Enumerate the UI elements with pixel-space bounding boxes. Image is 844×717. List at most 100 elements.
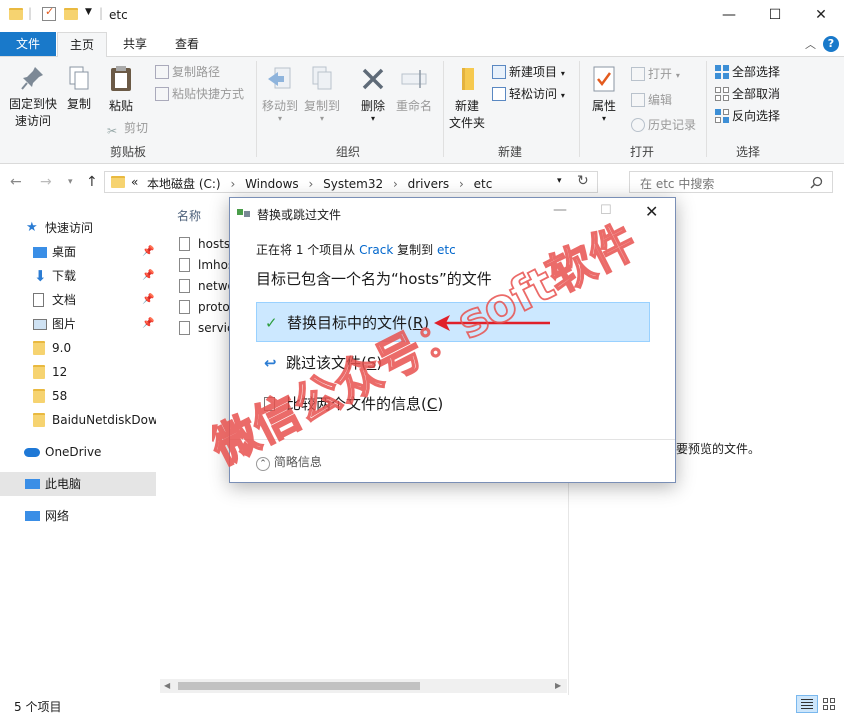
crumb-windows[interactable]: Windows bbox=[245, 177, 299, 191]
file-icon bbox=[179, 237, 190, 251]
back-arrow-icon[interactable]: ← bbox=[10, 174, 22, 190]
easy-access-button[interactable]: 轻松访问 ▾ bbox=[492, 85, 565, 105]
breadcrumb-overflow[interactable]: « bbox=[131, 175, 138, 189]
copy-to-button[interactable]: 复制到 ▾ bbox=[302, 65, 342, 123]
nav-item-baidunetdisk[interactable]: BaiduNetdiskDow bbox=[0, 408, 156, 432]
skip-file-option[interactable]: ↩ 跳过该文件(S) bbox=[256, 343, 650, 383]
horizontal-scrollbar[interactable]: ◀ ▶ bbox=[160, 679, 567, 693]
title-bar: | ✓ ▼ | etc — ☐ ✕ bbox=[0, 0, 844, 32]
properties-button[interactable]: 属性 ▾ bbox=[584, 65, 624, 123]
open-group-label: 打开 bbox=[629, 145, 654, 159]
nav-item-pictures[interactable]: 图片 📌 bbox=[0, 312, 156, 336]
collapse-ribbon-icon[interactable]: ︿ bbox=[805, 36, 816, 52]
crumb-system32[interactable]: System32 bbox=[323, 177, 383, 191]
scrollbar-thumb[interactable] bbox=[178, 682, 420, 690]
tab-home[interactable]: 主页 bbox=[57, 32, 107, 57]
cut-button[interactable]: ✂ 剪切 bbox=[107, 119, 148, 138]
search-input[interactable]: 在 etc 中搜索 bbox=[629, 171, 833, 193]
select-all-button[interactable]: 全部选择 bbox=[715, 63, 780, 81]
destination-link[interactable]: etc bbox=[437, 243, 456, 257]
file-icon bbox=[179, 300, 190, 314]
minimize-button[interactable]: — bbox=[706, 0, 752, 32]
window-title: etc bbox=[109, 8, 128, 22]
open-button[interactable]: 打开 ▾ bbox=[631, 65, 680, 85]
forward-arrow-icon[interactable]: → bbox=[40, 174, 52, 190]
folder-icon bbox=[33, 365, 45, 379]
tab-share[interactable]: 共享 bbox=[110, 32, 160, 56]
select-none-button[interactable]: 全部取消 bbox=[715, 85, 780, 103]
compare-files-icon bbox=[264, 397, 275, 411]
address-row: ← → ▾ ↑ « 本地磁盘 (C:) › Windows › System32… bbox=[0, 166, 844, 199]
maximize-button[interactable]: ☐ bbox=[752, 0, 798, 32]
crumb-local-disk[interactable]: 本地磁盘 (C:) bbox=[147, 177, 221, 191]
clipboard-group-label: 剪贴板 bbox=[109, 145, 146, 159]
nav-item-downloads[interactable]: ⬇ 下载 📌 bbox=[0, 264, 156, 288]
rename-button[interactable]: 重命名 bbox=[394, 65, 434, 115]
nav-item-folder-58[interactable]: 58 bbox=[0, 384, 156, 408]
tab-view[interactable]: 查看 bbox=[162, 32, 212, 56]
list-item[interactable]: hosts bbox=[179, 234, 230, 255]
organize-group-label: 组织 bbox=[335, 145, 360, 159]
history-button[interactable]: 历史记录 bbox=[631, 116, 696, 134]
nav-network[interactable]: 网络 bbox=[0, 504, 156, 528]
search-placeholder: 在 etc 中搜索 bbox=[640, 177, 715, 191]
up-arrow-icon[interactable]: ↑ bbox=[86, 174, 98, 190]
divider bbox=[443, 61, 444, 157]
help-icon[interactable]: ? bbox=[823, 36, 839, 52]
large-icons-view-icon[interactable] bbox=[822, 697, 836, 711]
source-link[interactable]: Crack bbox=[359, 243, 393, 257]
dialog-minimize-button[interactable]: — bbox=[553, 202, 567, 218]
nav-item-folder-9-0[interactable]: 9.0 bbox=[0, 336, 156, 360]
invert-selection-icon bbox=[715, 109, 729, 123]
new-folder-quick-icon[interactable] bbox=[64, 8, 78, 20]
file-icon bbox=[179, 258, 190, 272]
paste-button[interactable]: 粘贴 bbox=[104, 65, 138, 115]
move-to-button[interactable]: 移动到 ▾ bbox=[260, 65, 300, 123]
copy-path-button[interactable]: 复制路径 bbox=[155, 63, 220, 81]
new-folder-button[interactable]: 新建 文件夹 bbox=[446, 65, 488, 132]
edit-button[interactable]: 编辑 bbox=[631, 91, 672, 109]
scroll-right-icon[interactable]: ▶ bbox=[555, 679, 561, 693]
download-icon: ⬇ bbox=[34, 267, 47, 285]
scroll-left-icon[interactable]: ◀ bbox=[164, 679, 170, 693]
address-bar[interactable]: « 本地磁盘 (C:) › Windows › System32 › drive… bbox=[104, 171, 598, 193]
new-item-button[interactable]: 新建项目 ▾ bbox=[492, 63, 565, 83]
delete-icon bbox=[362, 68, 384, 90]
nav-this-pc[interactable]: 此电脑 bbox=[0, 472, 156, 496]
nav-item-folder-12[interactable]: 12 bbox=[0, 360, 156, 384]
nav-onedrive[interactable]: OneDrive bbox=[0, 440, 156, 464]
copy-button[interactable]: 复制 bbox=[64, 65, 94, 113]
document-icon bbox=[33, 293, 44, 307]
customize-toolbar-icon[interactable]: ▼ bbox=[85, 7, 92, 17]
column-header-name[interactable]: 名称 bbox=[177, 207, 201, 224]
open-icon bbox=[631, 67, 645, 81]
divider bbox=[256, 61, 257, 157]
tab-file[interactable]: 文件 bbox=[0, 32, 56, 56]
properties-quick-icon[interactable]: ✓ bbox=[42, 5, 56, 21]
invert-selection-button[interactable]: 反向选择 bbox=[715, 107, 780, 125]
crumb-etc[interactable]: etc bbox=[474, 177, 493, 191]
copy-icon bbox=[69, 66, 89, 90]
replace-or-skip-dialog: 替换或跳过文件 — ☐ ✕ 正在将 1 个项目从 Crack 复制到 etc 目… bbox=[229, 197, 676, 483]
new-folder-icon bbox=[462, 68, 474, 90]
nav-item-desktop[interactable]: 桌面 📌 bbox=[0, 240, 156, 264]
paste-shortcut-button[interactable]: 粘贴快捷方式 bbox=[155, 85, 244, 103]
details-view-icon[interactable] bbox=[796, 695, 818, 713]
pinned-icon: 📌 bbox=[142, 246, 155, 257]
pin-icon bbox=[21, 67, 43, 90]
search-icon[interactable] bbox=[810, 176, 823, 189]
crumb-drivers[interactable]: drivers bbox=[408, 177, 450, 191]
dialog-close-button[interactable]: ✕ bbox=[645, 202, 658, 221]
recent-locations-chevron-icon[interactable]: ▾ bbox=[68, 177, 73, 187]
fewer-details-toggle[interactable]: ⌃ 简略信息 bbox=[256, 453, 322, 471]
nav-quick-access[interactable]: ★ 快速访问 bbox=[0, 216, 156, 240]
delete-button[interactable]: 删除 ▾ bbox=[355, 65, 391, 123]
address-history-chevron-icon[interactable]: ▾ bbox=[557, 176, 562, 186]
dialog-maximize-button[interactable]: ☐ bbox=[600, 203, 612, 218]
pin-quick-access-button[interactable]: 固定到快 速访问 bbox=[4, 65, 62, 130]
nav-item-documents[interactable]: 文档 📌 bbox=[0, 288, 156, 312]
close-button[interactable]: ✕ bbox=[798, 0, 844, 32]
crumb-separator-icon: › bbox=[308, 177, 314, 191]
compare-files-option[interactable]: 比较两个文件的信息(C) bbox=[256, 384, 650, 424]
refresh-icon[interactable]: ↻ bbox=[577, 173, 589, 189]
